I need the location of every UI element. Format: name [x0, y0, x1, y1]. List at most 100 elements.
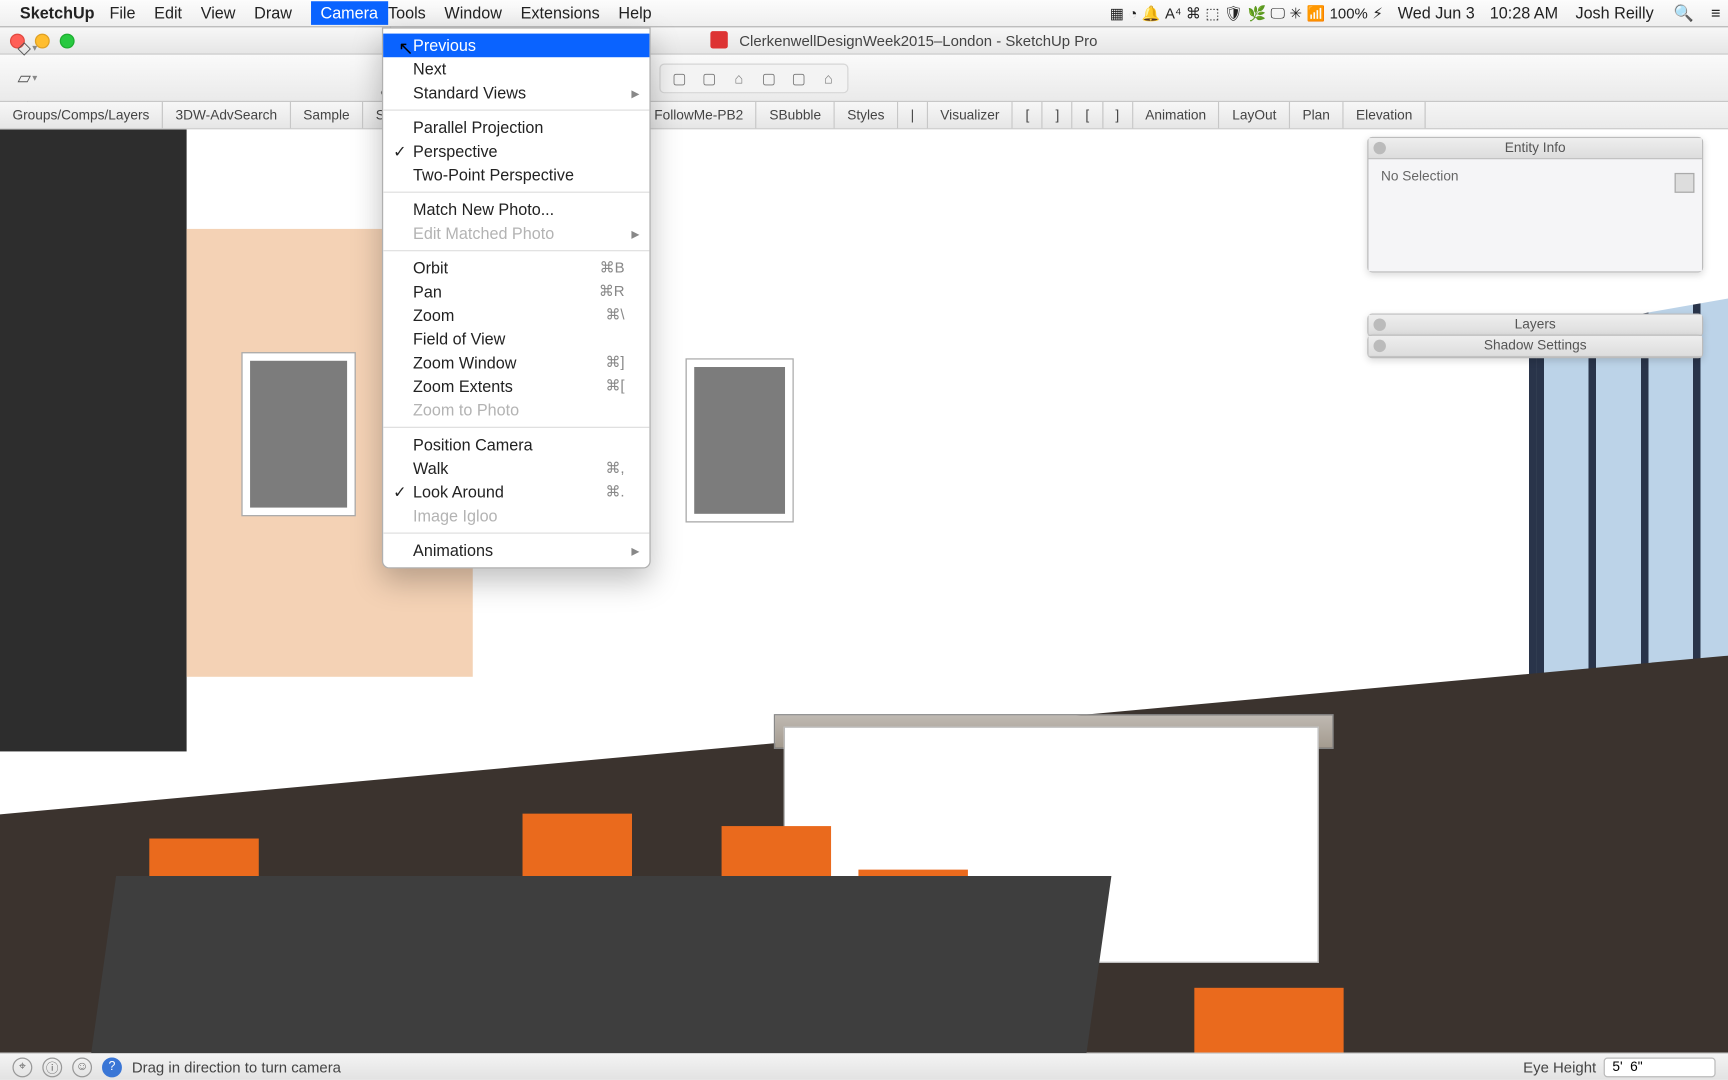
tray-header[interactable]: Shadow Settings [1369, 336, 1702, 357]
menubar-status-icon[interactable]: 🌿 [1247, 4, 1266, 21]
zoom-window-button[interactable] [60, 33, 75, 48]
menu-window[interactable]: Window [444, 4, 502, 23]
tray-close-icon[interactable] [1373, 340, 1385, 352]
menubar-status-icon[interactable]: ⌘ [1186, 4, 1201, 21]
tool-mini-icon[interactable]: ▢ [698, 67, 720, 89]
scene-tab[interactable]: [ [1073, 102, 1103, 128]
notifications-icon[interactable]: ≡ [1711, 4, 1720, 23]
menubar-status-icon[interactable]: 100% [1330, 4, 1368, 21]
scene-tab[interactable]: Groups/Comps/Layers [0, 102, 163, 128]
tray-close-icon[interactable] [1373, 318, 1385, 330]
menu-item-animations[interactable]: Animations [383, 539, 649, 563]
app-name[interactable]: SketchUp [20, 4, 95, 23]
tool-mini-icon[interactable]: ▢ [788, 67, 810, 89]
credits-icon[interactable]: ⓘ [42, 1057, 62, 1077]
menubar-status-icon[interactable]: ▦ [1110, 4, 1124, 21]
menu-draw[interactable]: Draw [254, 4, 292, 23]
menu-item-two-point-perspective[interactable]: Two-Point Perspective [383, 163, 649, 187]
window-titlebar[interactable]: ClerkenwellDesignWeek2015–London - Sketc… [0, 27, 1728, 54]
menu-item-standard-views[interactable]: Standard Views [383, 81, 649, 105]
status-hint: Drag in direction to turn camera [132, 1058, 341, 1075]
menubar-status-icon[interactable]: 🛡 [1224, 4, 1243, 21]
menu-item-parallel-projection[interactable]: Parallel Projection [383, 116, 649, 140]
scene-tab[interactable]: ] [1043, 102, 1073, 128]
scene-tab[interactable]: LayOut [1220, 102, 1290, 128]
scene-tab[interactable]: SBubble [757, 102, 835, 128]
scene-tab[interactable]: Animation [1133, 102, 1220, 128]
menubar-time[interactable]: 10:28 AM [1490, 4, 1558, 23]
menu-item-zoom-to-photo: Zoom to Photo [383, 398, 649, 422]
spotlight-icon[interactable]: 🔍 [1674, 3, 1694, 23]
menu-item-zoom-extents[interactable]: Zoom Extents⌘[ [383, 374, 649, 398]
scene-tab[interactable]: 3DW-AdvSearch [163, 102, 291, 128]
menu-tools[interactable]: Tools [388, 4, 426, 23]
mac-menubar[interactable]: SketchUp File Edit View Draw CameraTools Wind… [0, 0, 1728, 27]
scene-tab[interactable]: ] [1103, 102, 1133, 128]
menu-item-orbit[interactable]: Orbit⌘B [383, 256, 649, 280]
tray-entity-info[interactable]: Entity Info No Selection [1367, 137, 1703, 273]
menu-item-look-around[interactable]: Look Around⌘. [383, 480, 649, 504]
camera-menu-dropdown[interactable]: PreviousNextStandard Views Parallel Proje… [382, 27, 651, 568]
tray-close-icon[interactable] [1373, 142, 1385, 154]
scene-tab[interactable]: Plan [1290, 102, 1344, 128]
menu-item-zoom[interactable]: Zoom⌘\ [383, 304, 649, 328]
menubar-status-icon[interactable]: ⚡︎ [1372, 4, 1382, 21]
scene-tab[interactable]: [ [1013, 102, 1043, 128]
view-cluster-2: ▢ ▢ ⌂ ▢ ▢ ⌂ [659, 63, 848, 93]
menu-camera[interactable]: Camera [311, 1, 388, 25]
main-toolbar: ↖◧✎▾◇▾▱▾◆◇✦⬚ ⤢🔍✶✦👁👣⬚⬚ ▢ ▢ ▢ ▢ ▢ ▢ ▢ ▢ ▢ … [0, 55, 1728, 102]
menubar-status-icon[interactable]: ◔ [1128, 4, 1137, 21]
menubar-user[interactable]: Josh Reilly [1575, 4, 1653, 23]
tray-toggle-icon[interactable] [1675, 173, 1695, 193]
measurement-input[interactable] [1604, 1057, 1716, 1077]
tray-layers[interactable]: Layers [1367, 314, 1703, 338]
menu-item-image-igloo: Image Igloo [383, 504, 649, 528]
menu-item-next[interactable]: Next [383, 57, 649, 81]
scene-tab[interactable]: FollowMe-PB2 [642, 102, 757, 128]
menubar-status-icon[interactable]: ⬚ [1205, 4, 1219, 21]
menubar-status-area: ▦ ◔ 🔔 A⁴ ⌘ ⬚ 🛡 🌿 🖵 ✳ 📶 100% ⚡︎ Wed Jun 3… [1110, 3, 1721, 23]
scene-tab[interactable]: Elevation [1344, 102, 1426, 128]
menubar-date[interactable]: Wed Jun 3 [1398, 4, 1475, 23]
menubar-status-icon[interactable]: 📶 [1306, 4, 1325, 21]
menu-item-field-of-view[interactable]: Field of View [383, 327, 649, 351]
menu-item-pan[interactable]: Pan⌘R [383, 280, 649, 304]
menu-item-edit-matched-photo: Edit Matched Photo [383, 221, 649, 245]
scene-tab[interactable]: Sample [291, 102, 364, 128]
entity-info-selection: No Selection [1381, 169, 1459, 184]
tray-shadow-settings[interactable]: Shadow Settings [1367, 335, 1703, 359]
tray-header[interactable]: Entity Info [1369, 138, 1702, 159]
menu-item-match-new-photo-[interactable]: Match New Photo... [383, 198, 649, 222]
tool-mini-icon[interactable]: ▢ [668, 67, 690, 89]
scene-tab[interactable]: Styles [835, 102, 898, 128]
help-icon[interactable]: ? [102, 1057, 122, 1077]
menu-item-perspective[interactable]: Perspective [383, 139, 649, 163]
geo-icon[interactable]: ⌖ [12, 1057, 32, 1077]
tool-mini-icon[interactable]: ▢ [758, 67, 780, 89]
menu-item-zoom-window[interactable]: Zoom Window⌘] [383, 351, 649, 375]
menu-item-previous[interactable]: Previous [383, 34, 649, 58]
window-title: ClerkenwellDesignWeek2015–London - Sketc… [710, 31, 1097, 50]
menu-item-position-camera[interactable]: Position Camera [383, 433, 649, 457]
scene-tab[interactable]: Visualizer [928, 102, 1013, 128]
toolbar-button[interactable]: ▱▾ [12, 63, 42, 93]
menu-edit[interactable]: Edit [154, 4, 182, 23]
scene-wall [0, 129, 187, 751]
measurement-label: Eye Height [1523, 1058, 1596, 1075]
menu-help[interactable]: Help [618, 4, 651, 23]
scene-tab[interactable]: | [898, 102, 928, 128]
menubar-status-icon[interactable]: A⁴ [1165, 4, 1181, 21]
menubar-status-icon[interactable]: 🔔 [1142, 4, 1161, 21]
person-icon[interactable]: ☺ [72, 1057, 92, 1077]
toolbar-button[interactable]: ◇▾ [12, 33, 42, 63]
menu-item-walk[interactable]: Walk⌘, [383, 457, 649, 481]
tool-mini-icon[interactable]: ⌂ [817, 67, 839, 89]
menu-extensions[interactable]: Extensions [521, 4, 600, 23]
model-viewport[interactable]: Entity Info No Selection Layers Shadow S… [0, 129, 1728, 1052]
menubar-status-icon[interactable]: 🖵 [1271, 4, 1285, 21]
menu-view[interactable]: View [201, 4, 236, 23]
tool-mini-icon[interactable]: ⌂ [728, 67, 750, 89]
tray-header[interactable]: Layers [1369, 315, 1702, 336]
menu-file[interactable]: File [109, 4, 135, 23]
menubar-status-icon[interactable]: ✳ [1289, 4, 1302, 21]
